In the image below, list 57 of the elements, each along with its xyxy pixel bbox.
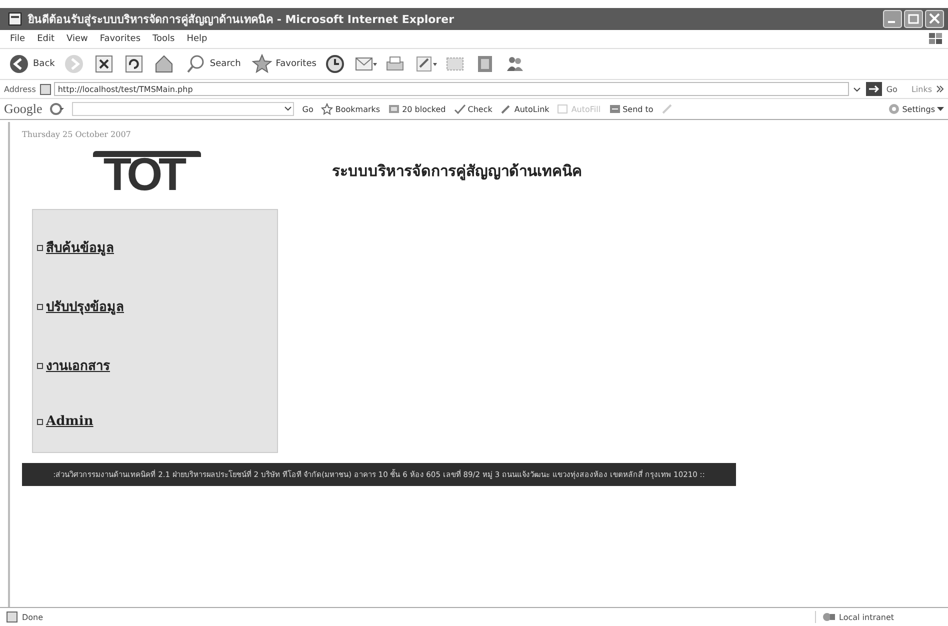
gear-icon <box>888 103 900 115</box>
page-icon <box>40 84 51 94</box>
google-logo: Google <box>4 101 42 117</box>
zone-text: Local intranet <box>839 612 894 622</box>
google-search-field[interactable] <box>72 102 294 116</box>
back-icon[interactable] <box>8 53 30 75</box>
back-button[interactable]: Back <box>6 51 57 77</box>
go-button[interactable]: Go <box>886 84 898 94</box>
menu-item[interactable]: Favorites <box>94 34 147 44</box>
close-button[interactable] <box>925 10 944 28</box>
autofill-form-icon <box>557 103 570 115</box>
search-button[interactable]: Search <box>182 51 243 77</box>
caret-icon <box>937 106 944 112</box>
popup-blocker-icon <box>388 103 400 115</box>
tot-logo: TOT <box>93 151 201 191</box>
toolbar-button[interactable]: Bookmarks <box>321 103 380 115</box>
links-button[interactable]: Links <box>911 84 932 94</box>
nav-link[interactable]: สืบค้นข้อมูล <box>37 237 114 258</box>
spellcheck-icon <box>454 103 466 115</box>
menu-item[interactable]: Edit <box>31 34 60 44</box>
bullet-icon <box>37 418 43 424</box>
menu-item[interactable]: Help <box>180 34 214 44</box>
address-field[interactable]: http://localhost/test/TMSMain.php <box>54 82 850 96</box>
date-text: Thursday 25 October 2007 <box>22 130 132 139</box>
toolbar-button[interactable]: 20 blocked <box>388 103 446 115</box>
chevron-icon[interactable] <box>936 85 944 93</box>
bullet-icon <box>37 304 43 310</box>
bullet-icon <box>37 244 43 250</box>
page-icon <box>8 12 22 26</box>
intranet-icon <box>822 611 836 623</box>
menu-item[interactable]: View <box>60 34 94 44</box>
windows-logo-icon <box>928 32 944 46</box>
minimize-button[interactable] <box>883 10 902 28</box>
pencil-icon <box>661 103 674 115</box>
nav-link[interactable]: Admin <box>37 414 94 429</box>
maximize-button[interactable] <box>904 10 923 28</box>
toolbar-button[interactable]: Send to <box>608 103 654 115</box>
page-icon <box>6 611 18 623</box>
bookmark-star-icon <box>321 103 334 115</box>
go-arrow-icon[interactable] <box>866 82 882 96</box>
address-label: Address <box>4 84 36 94</box>
nav-link[interactable]: ปรับปรุงข้อมูล <box>37 296 124 317</box>
menu-item[interactable]: File <box>4 34 32 44</box>
favorites-icon[interactable] <box>250 53 273 75</box>
status-text: Done <box>22 612 44 622</box>
menu-item[interactable]: Tools <box>146 34 181 44</box>
send-to-icon <box>608 103 621 115</box>
favorites-button[interactable]: Favorites <box>248 51 318 77</box>
toolbar-button[interactable]: AutoLink <box>500 103 550 115</box>
bullet-icon <box>37 362 43 368</box>
nav-link[interactable]: งานเอกสาร <box>37 355 110 376</box>
page-heading: ระบบบริหารจัดการคู่สัญญาด้านเทคนิค <box>332 161 582 182</box>
toolbar-button[interactable]: Check <box>454 103 492 115</box>
window-title: ยินดีต้อนรับสู่ระบบบริหารจัดการคู่สัญญาด้านเทคนิค - Microsoft Internet Explorer <box>28 12 455 28</box>
settings-button[interactable]: Settings <box>888 103 944 115</box>
google-g-icon[interactable] <box>50 103 64 115</box>
google-go-button[interactable]: Go <box>302 104 314 114</box>
